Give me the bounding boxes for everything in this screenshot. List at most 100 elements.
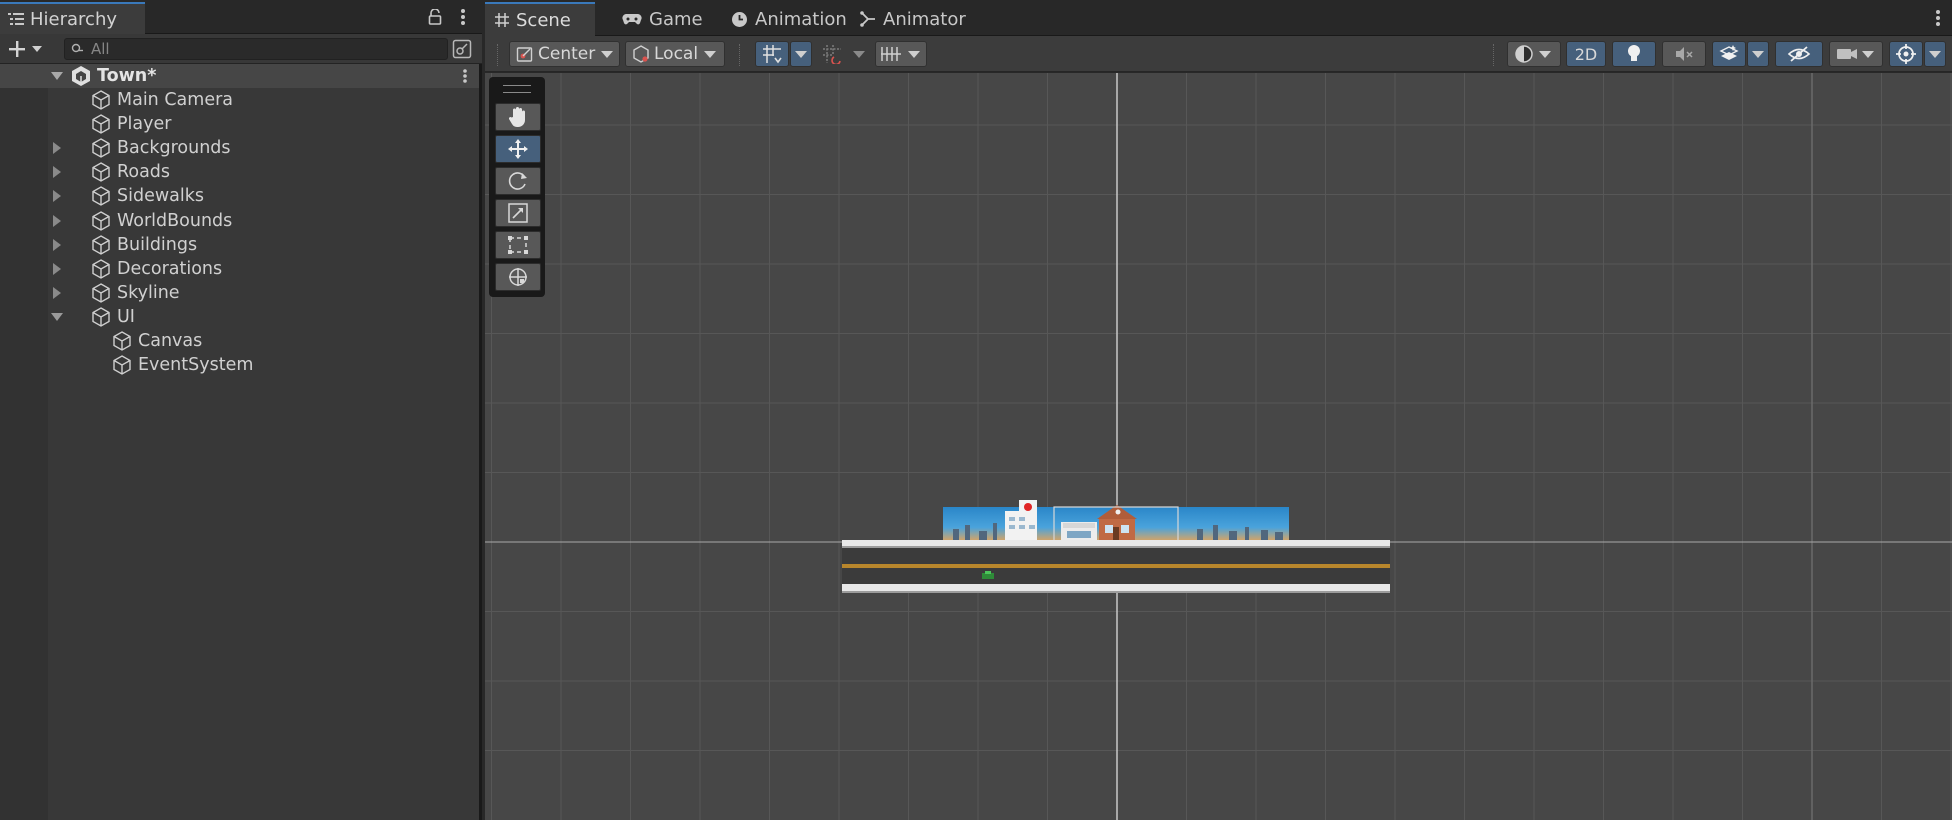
move-tool-button[interactable] — [495, 135, 541, 163]
hand-tool-button[interactable] — [495, 103, 541, 131]
mute-audio-icon — [1676, 47, 1693, 61]
hierarchy-item-decorations[interactable]: Decorations — [0, 257, 479, 281]
gameobject-cube-icon — [113, 331, 131, 351]
hierarchy-item-skyline[interactable]: Skyline — [0, 281, 479, 305]
expand-arrow-icon[interactable] — [50, 69, 64, 83]
hierarchy-item-roads[interactable]: Roads — [0, 160, 479, 184]
pivot-space-dropdown[interactable]: Local — [625, 41, 725, 67]
gameobject-cube-icon — [92, 258, 110, 279]
hierarchy-item-main-camera[interactable]: Main Camera — [0, 88, 479, 112]
expand-arrow-down-icon[interactable] — [50, 310, 64, 324]
scale-tool-icon — [508, 203, 528, 223]
expand-arrow-right-icon[interactable] — [50, 214, 64, 228]
hierarchy-item-label: Decorations — [117, 258, 223, 279]
scene-kebab-menu-icon[interactable] — [1927, 7, 1949, 29]
gizmos-icon — [1896, 44, 1916, 64]
hidden-eye-icon — [1787, 46, 1811, 62]
scene-row-town[interactable]: Town* — [0, 64, 479, 88]
hand-tool-icon — [508, 107, 525, 127]
rect-tool-icon — [508, 236, 528, 254]
hierarchy-item-label: Backgrounds — [117, 138, 231, 159]
tab-animation[interactable]: Animation — [721, 2, 857, 36]
expand-arrow-right-icon[interactable] — [50, 286, 64, 300]
clock-icon — [732, 11, 747, 27]
sidewalk-bottom-sprite[interactable] — [842, 584, 1390, 591]
sidewalk-top-sprite[interactable] — [842, 540, 1390, 546]
2d-mode-toggle[interactable]: 2D — [1566, 41, 1606, 67]
transform-tool-button[interactable] — [495, 263, 541, 291]
hierarchy-item-backgrounds[interactable]: Backgrounds — [0, 136, 479, 160]
tab-hierarchy[interactable]: Hierarchy — [0, 2, 145, 34]
scene-visibility-toggle[interactable] — [1775, 41, 1823, 67]
search-scope-icon[interactable] — [452, 39, 474, 61]
rect-tool-button[interactable] — [495, 231, 541, 259]
tab-animator[interactable]: Animator — [850, 2, 976, 36]
pivot-mode-dropdown[interactable]: Center — [509, 41, 620, 67]
lock-icon[interactable] — [424, 6, 446, 28]
tab-label: Scene — [516, 9, 571, 31]
effects-toggle[interactable] — [1712, 41, 1746, 67]
gameobject-cube-icon — [92, 234, 110, 255]
kebab-menu-icon[interactable] — [452, 6, 474, 28]
hierarchy-item-worldbounds[interactable]: WorldBounds — [0, 209, 479, 233]
gizmos-toggle[interactable] — [1889, 41, 1923, 67]
hierarchy-item-eventsystem[interactable]: EventSystem — [0, 353, 479, 377]
grid-hash-icon — [495, 13, 509, 27]
hierarchy-item-player[interactable]: Player — [0, 112, 479, 136]
hierarchy-item-buildings[interactable]: Buildings — [0, 233, 479, 257]
drag-handle[interactable] — [503, 85, 531, 93]
hierarchy-item-label: UI — [117, 306, 135, 327]
hierarchy-item-label: WorldBounds — [117, 210, 233, 231]
expand-arrow-right-icon[interactable] — [50, 165, 64, 179]
lighting-toggle[interactable] — [1612, 41, 1656, 67]
gizmos-dropdown[interactable] — [1924, 41, 1946, 67]
hierarchy-panel: Hierarchy All Town* Main Camera Player B… — [0, 0, 482, 820]
level-sprites[interactable] — [842, 500, 1390, 593]
scale-tool-button[interactable] — [495, 199, 541, 227]
rotate-tool-icon — [508, 172, 527, 190]
camera-settings-dropdown[interactable] — [1829, 41, 1883, 67]
add-object-button[interactable] — [8, 38, 48, 60]
audio-toggle[interactable] — [1662, 41, 1706, 67]
pivot-center-icon — [516, 47, 533, 62]
hierarchy-item-label: Sidewalks — [117, 186, 204, 207]
increment-snap-button[interactable] — [817, 41, 847, 67]
chevron-down-icon — [853, 50, 865, 58]
gameobject-cube-icon — [92, 282, 110, 303]
list-icon — [8, 13, 24, 25]
expand-arrow-right-icon[interactable] — [50, 262, 64, 276]
2d-mode-label: 2D — [1574, 44, 1598, 64]
effects-dropdown[interactable] — [1747, 41, 1769, 67]
grid-snapping-button[interactable] — [755, 41, 789, 67]
effects-layers-icon — [1719, 45, 1739, 60]
scene-kebab-menu-icon[interactable] — [455, 64, 475, 88]
tab-label: Animation — [755, 8, 847, 30]
expand-arrow-right-icon[interactable] — [50, 238, 64, 252]
search-field[interactable] — [64, 38, 448, 60]
chevron-down-icon — [1929, 50, 1941, 58]
hierarchy-item-label: Player — [117, 114, 172, 135]
scene-tab-bar: Scene Game Animation Animator — [485, 0, 1952, 36]
scene-viewport[interactable] — [485, 73, 1952, 820]
hierarchy-item-label: Roads — [117, 162, 171, 183]
tab-game[interactable]: Game — [612, 2, 713, 36]
toolbar-separator — [497, 44, 499, 66]
expand-arrow-right-icon[interactable] — [50, 141, 64, 155]
chevron-down-icon — [1539, 50, 1551, 58]
tab-scene[interactable]: Scene — [485, 2, 595, 36]
draw-mode-dropdown[interactable] — [1507, 41, 1561, 67]
rotate-tool-button[interactable] — [495, 167, 541, 195]
hierarchy-item-label: EventSystem — [138, 355, 254, 376]
grid-snapping-dropdown[interactable] — [790, 41, 812, 67]
hierarchy-item-ui[interactable]: UI — [0, 305, 479, 329]
hierarchy-item-sidewalks[interactable]: Sidewalks — [0, 184, 479, 208]
hierarchy-item-canvas[interactable]: Canvas — [0, 329, 479, 353]
grid-visibility-dropdown[interactable] — [875, 41, 927, 67]
hierarchy-tab-bar: Hierarchy — [0, 0, 482, 34]
plus-icon — [9, 41, 25, 57]
hierarchy-item-label: Skyline — [117, 282, 180, 303]
search-input[interactable] — [91, 40, 431, 58]
tab-label: Hierarchy — [30, 8, 118, 30]
expand-arrow-right-icon[interactable] — [50, 189, 64, 203]
increment-snap-dropdown[interactable] — [849, 41, 869, 67]
